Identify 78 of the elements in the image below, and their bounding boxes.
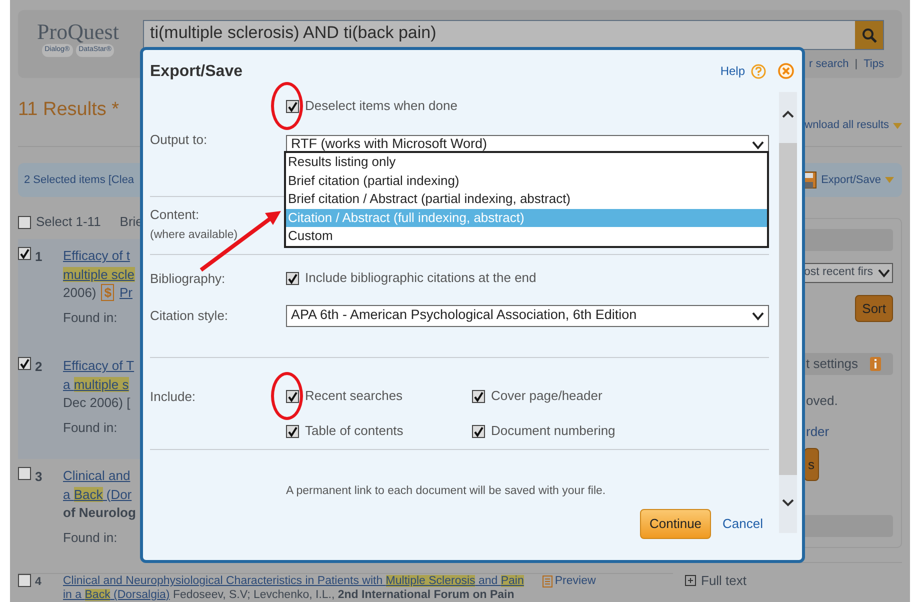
search-button[interactable] [855, 21, 883, 49]
found-in-label: Found in: [63, 418, 118, 436]
results-heading: 11 Results * [18, 98, 120, 122]
preview-link[interactable]: Preview [542, 574, 596, 588]
citation-style-label: Citation style: [150, 306, 230, 325]
citation-style-select[interactable]: APA 6th - American Psychological Association, 6th Edition [286, 304, 769, 326]
expand-icon [685, 575, 696, 586]
dropdown-option[interactable]: Results listing only [286, 153, 767, 172]
include-checkbox[interactable] [472, 424, 485, 438]
result-text-line[interactable]: Efficacy of T [63, 357, 134, 376]
result-text-line[interactable]: Clinical and [63, 467, 136, 486]
info-icon [870, 357, 882, 372]
result-checkbox[interactable] [18, 574, 31, 587]
scrollbar[interactable] [779, 92, 797, 533]
include-checkbox[interactable] [286, 424, 299, 438]
caret-icon [893, 122, 902, 128]
chevron-down-icon [752, 310, 764, 320]
chevron-down-icon [878, 268, 890, 278]
include-checkbox[interactable] [286, 390, 299, 402]
result-checkbox[interactable] [18, 247, 31, 260]
dropdown-option[interactable]: Custom [286, 227, 767, 246]
scroll-down-icon [782, 498, 794, 507]
include-label: Include: [150, 388, 197, 406]
result-number: 3 [35, 468, 42, 486]
bibliography-label: Bibliography: [150, 270, 226, 288]
output-label: Output to: [150, 131, 208, 149]
deselect-checkbox[interactable] [286, 100, 299, 112]
result-title[interactable]: Clinical and Neurophysiological Characteristics in Patients with Multiple Sclerosis and Pain [63, 574, 524, 588]
result-text-line[interactable]: Dec 2006) [ [63, 394, 134, 412]
help-link[interactable]: Help [720, 62, 745, 80]
dropdown-option[interactable]: Citation / Abstract (full indexing, abstract) [286, 208, 767, 227]
download-link[interactable]: wnload all results [804, 117, 889, 134]
content-note: (where available) [150, 228, 239, 242]
search-icon [862, 28, 876, 42]
result-number: 1 [35, 248, 42, 266]
search-field[interactable]: ti(multiple sclerosis) AND ti(back pain) [143, 20, 884, 50]
selected-items-text: 2 Selected items [Clea [24, 172, 134, 188]
full-text-filter[interactable]: Full text [701, 571, 747, 590]
checkbox-label: Deselect items when done [305, 97, 458, 116]
checkbox-label: Cover page/header [491, 387, 602, 406]
checkbox-label: Document numbering [491, 422, 616, 440]
save-note: A permanent link to each document will be saved with your file. [286, 484, 607, 499]
help-icon [751, 64, 766, 78]
dialog-title: Export/Save [150, 62, 242, 82]
sort-button[interactable]: Sort [855, 294, 893, 322]
header-link[interactable]: r search [809, 56, 849, 72]
checkbox-label: Recent searches [305, 387, 403, 406]
result-checkbox[interactable] [18, 467, 31, 480]
checkbox-label: Table of contents [305, 422, 404, 440]
result-text-line[interactable]: a Back (Dor [63, 486, 136, 504]
link-separator: | [854, 57, 858, 72]
result-text-line[interactable]: Efficacy of t [63, 247, 135, 266]
checkbox-label: Include bibliographic citations at the end [305, 269, 536, 288]
scroll-up-icon [782, 110, 794, 119]
found-in-label: Found in: [63, 308, 118, 326]
settings-text: oved. [805, 392, 839, 410]
header-link[interactable]: Tips [864, 56, 884, 72]
settings-title: t settings [806, 355, 858, 374]
caret-icon [885, 177, 894, 183]
result-number: 4 [35, 575, 42, 590]
cancel-link[interactable]: Cancel [722, 514, 763, 534]
settings-button[interactable]: s [804, 448, 818, 482]
select-all-label: Select 1-11 [36, 213, 101, 232]
content-label: Content: [150, 206, 200, 224]
result-text-line[interactable]: 2006) $ Pr [63, 284, 135, 302]
settings-link[interactable]: rder [806, 424, 830, 440]
result-number: 2 [35, 358, 42, 376]
dropdown-option[interactable]: Brief citation (partial indexing) [286, 172, 767, 190]
include-checkbox[interactable] [472, 390, 485, 402]
select-all-checkbox[interactable] [18, 216, 31, 228]
logo-text: ProQuest [37, 20, 119, 44]
result-text-line[interactable]: of Neurolog [63, 504, 136, 522]
bibliography-checkbox[interactable] [286, 272, 299, 284]
result-checkbox[interactable] [18, 357, 31, 370]
found-in-label: Found in: [63, 528, 118, 546]
dropdown-option[interactable]: Brief citation / Abstract (partial indexing, abstract) [286, 190, 767, 208]
document-icon [542, 574, 553, 588]
continue-button[interactable]: Continue [640, 509, 711, 539]
